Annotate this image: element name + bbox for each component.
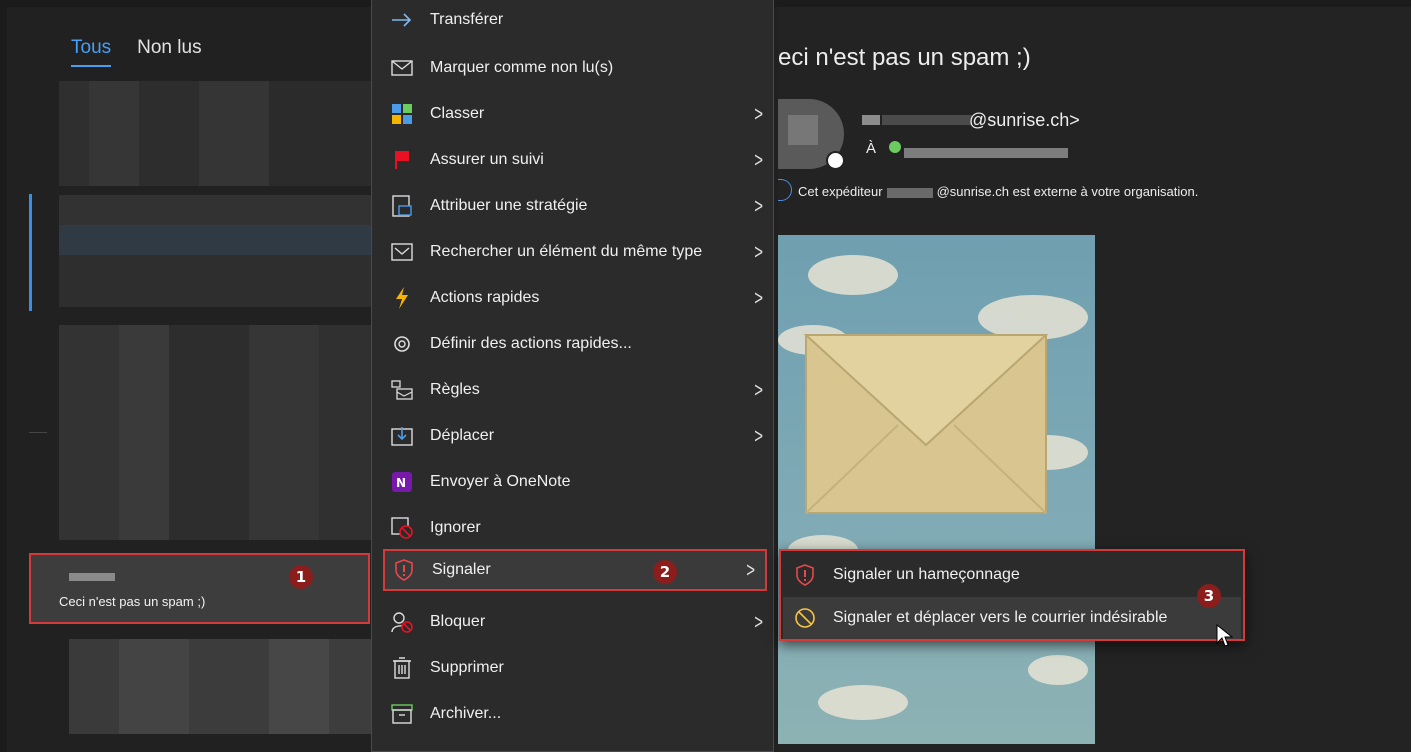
to-label: À: [866, 140, 877, 157]
step-badge-1: 1: [289, 565, 313, 589]
tab-unread[interactable]: Non lus: [137, 37, 201, 59]
message-list: Tous Non lus Ceci n'est pas un spam ;) 1: [7, 7, 379, 752]
svg-text:N: N: [396, 476, 406, 490]
chevron-right-icon: >: [754, 286, 763, 310]
email-image: [778, 235, 1095, 744]
info-icon: [778, 179, 792, 201]
envelope-illustration: [803, 334, 1049, 514]
report-submenu: Signaler un hameçonnage Signaler et dépl…: [779, 549, 1245, 641]
forward-arrow-icon: [390, 8, 414, 32]
submenu-item-report-phishing[interactable]: Signaler un hameçonnage: [783, 554, 1241, 596]
rules-icon: [390, 378, 414, 402]
menu-item-delete[interactable]: Supprimer: [372, 645, 773, 691]
external-sender-notice: Cet expéditeur @sunrise.ch est externe à …: [798, 184, 1199, 199]
sender-redacted: [882, 115, 972, 125]
shield-alert-icon: [392, 558, 416, 582]
menu-item-ignore[interactable]: Ignorer: [372, 505, 773, 551]
check-icon: [889, 141, 901, 153]
gear-icon: [390, 332, 414, 356]
categorize-icon: [390, 102, 414, 126]
chevron-right-icon: >: [754, 102, 763, 126]
envelope-icon: [390, 56, 414, 80]
presence-icon: [826, 151, 845, 170]
chevron-right-icon: >: [754, 610, 763, 634]
menu-item-move[interactable]: Déplacer >: [372, 413, 773, 459]
archive-icon: [390, 702, 414, 726]
menu-item-archive[interactable]: Archiver...: [372, 691, 773, 737]
menu-item-rules[interactable]: Règles >: [372, 367, 773, 413]
flag-icon: [390, 148, 414, 172]
prohibited-icon: [793, 606, 817, 630]
menu-item-define-quick-steps[interactable]: Définir des actions rapides...: [372, 321, 773, 367]
sender-redacted: [69, 573, 115, 581]
find-related-icon: [390, 240, 414, 264]
chevron-right-icon: >: [754, 240, 763, 264]
obscured-message-3[interactable]: [59, 325, 379, 540]
chevron-right-icon: >: [746, 558, 755, 582]
menu-item-report[interactable]: Signaler > 2: [383, 549, 767, 591]
move-icon: [390, 424, 414, 448]
onenote-icon: N: [390, 470, 414, 494]
menu-item-forward[interactable]: Transférer: [372, 0, 773, 43]
filter-tabs: Tous Non lus: [71, 37, 202, 67]
trash-icon: [390, 656, 414, 680]
mouse-cursor-icon: [1216, 623, 1234, 653]
obscured-message-2[interactable]: [59, 195, 379, 307]
menu-item-send-onenote[interactable]: N Envoyer à OneNote: [372, 459, 773, 505]
menu-item-assign-policy[interactable]: Attribuer une stratégie >: [372, 183, 773, 229]
lightning-icon: [390, 286, 414, 310]
chevron-right-icon: >: [754, 424, 763, 448]
shield-alert-icon: [793, 563, 817, 587]
submenu-item-report-junk[interactable]: Signaler et déplacer vers le courrier in…: [783, 597, 1241, 639]
obscured-message-1[interactable]: [59, 81, 379, 186]
step-badge-2: 2: [653, 560, 677, 584]
sender-redacted: [862, 115, 880, 125]
chevron-right-icon: >: [754, 378, 763, 402]
menu-item-block[interactable]: Bloquer >: [372, 599, 773, 645]
obscured-message-4[interactable]: [69, 639, 379, 734]
menu-item-follow-up[interactable]: Assurer un suivi >: [372, 137, 773, 183]
ignore-icon: [390, 516, 414, 540]
block-person-icon: [390, 610, 414, 634]
sender-address[interactable]: @sunrise.ch>: [969, 110, 1080, 131]
list-divider: [29, 432, 47, 433]
email-subject: eci n'est pas un spam ;): [778, 44, 1031, 71]
selection-indicator: [29, 194, 32, 311]
chevron-right-icon: >: [754, 148, 763, 172]
policy-icon: [390, 194, 414, 218]
message-subject: Ceci n'est pas un spam ;): [59, 594, 206, 609]
menu-item-quick-steps[interactable]: Actions rapides >: [372, 275, 773, 321]
recipient-redacted[interactable]: [904, 148, 1068, 158]
tab-all[interactable]: Tous: [71, 37, 112, 67]
context-menu: Transférer Marquer comme non lu(s) Class…: [371, 0, 774, 752]
menu-item-mark-unread[interactable]: Marquer comme non lu(s): [372, 45, 773, 91]
chevron-right-icon: >: [754, 194, 763, 218]
menu-item-categorize[interactable]: Classer >: [372, 91, 773, 137]
selected-message[interactable]: Ceci n'est pas un spam ;) 1: [29, 553, 370, 624]
menu-item-find-related[interactable]: Rechercher un élément du même type >: [372, 229, 773, 275]
step-badge-3: 3: [1197, 584, 1221, 608]
